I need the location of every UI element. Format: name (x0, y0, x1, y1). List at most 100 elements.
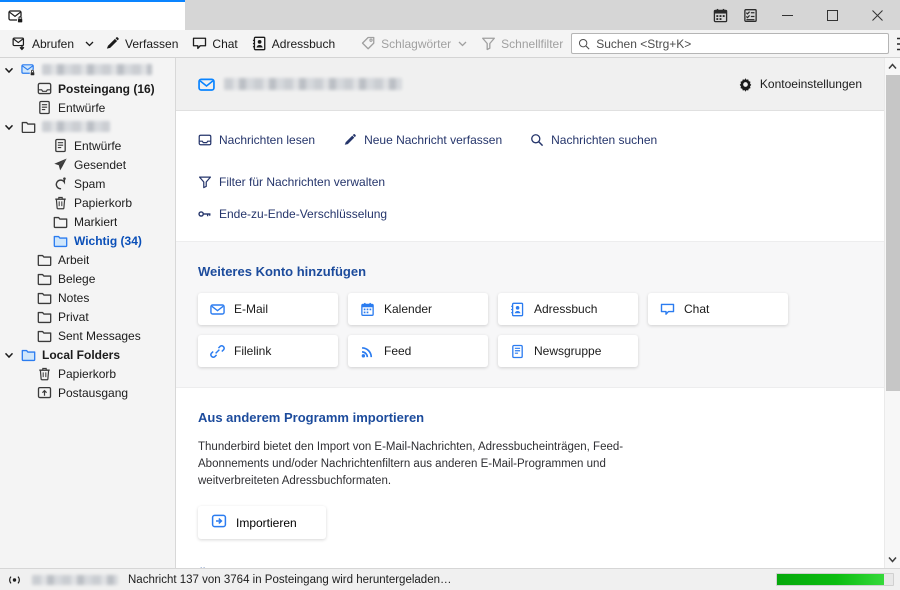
add-account-card[interactable]: Adressbuch (498, 293, 638, 325)
folder-row[interactable]: Belege (0, 269, 175, 288)
filter-icon (481, 36, 496, 51)
close-button[interactable] (855, 0, 900, 30)
add-account-card-label: E-Mail (234, 302, 269, 316)
folder-row[interactable] (0, 117, 175, 136)
folder-row[interactable]: Papierkorb (0, 193, 175, 212)
folder-icon (21, 119, 37, 135)
get-messages-dropdown[interactable] (82, 36, 97, 51)
folder-label: Gesendet (74, 157, 127, 172)
scrollbar-track[interactable] (885, 75, 900, 551)
scroll-up-arrow[interactable] (885, 58, 900, 75)
import-section: Aus anderem Programm importieren Thunder… (176, 388, 884, 561)
add-account-card[interactable]: Chat (648, 293, 788, 325)
folder-label: Wichtig (34) (74, 233, 142, 248)
status-message: Nachricht 137 von 3764 in Posteingang wi… (128, 573, 452, 586)
quick-action-label: Nachrichten suchen (551, 133, 658, 147)
folder-row[interactable]: Papierkorb (0, 364, 175, 383)
chat-button[interactable]: Chat (186, 33, 243, 54)
compose-label: Verfassen (125, 36, 179, 51)
add-account-card[interactable]: Kalender (348, 293, 488, 325)
folder-row[interactable]: Arbeit (0, 250, 175, 269)
quick-action-link[interactable]: Nachrichten lesen (198, 133, 315, 147)
quick-filter-button[interactable]: Schnellfilter (475, 33, 569, 54)
folder-label: Postausgang (58, 385, 129, 400)
folder-row[interactable]: Markiert (0, 212, 175, 231)
folder-row[interactable]: Notes (0, 288, 175, 307)
import-button[interactable]: Importieren (198, 506, 326, 539)
drafts-icon (37, 100, 53, 116)
get-messages-label: Abrufen (32, 36, 75, 51)
folder-label-redacted (42, 121, 110, 132)
add-account-card-label: Newsgruppe (534, 344, 602, 358)
folder-label: Entwürfe (58, 100, 106, 115)
quick-action-link[interactable]: Neue Nachricht verfassen (343, 133, 502, 147)
status-bar: Nachricht 137 von 3764 in Posteingang wi… (0, 568, 900, 590)
add-account-card-grid: E-Mail Kalender Adressbuch Chat Filelink Feed… (198, 293, 810, 367)
folder-row[interactable]: Entwürfe (0, 136, 175, 155)
inbox-icon (198, 133, 212, 147)
about-title[interactable]: Über Mozilla Thunderbird (176, 561, 884, 568)
filter-icon (198, 175, 212, 189)
import-button-label: Importieren (236, 515, 297, 530)
add-account-card-label: Feed (384, 344, 412, 358)
scroll-down-arrow[interactable] (885, 551, 900, 568)
calendar-icon[interactable] (705, 0, 735, 30)
folder-row[interactable]: Sent Messages (0, 326, 175, 345)
maximize-button[interactable] (810, 0, 855, 30)
chevron-down-icon[interactable] (2, 65, 16, 75)
folder-label: Papierkorb (58, 366, 117, 381)
pencil-icon (105, 36, 120, 51)
key-icon (198, 207, 212, 221)
add-account-section: Weiteres Konto hinzufügen E-Mail Kalender… (176, 241, 884, 388)
search-input[interactable]: Suchen <Strg+K> (571, 33, 890, 54)
folder-icon (37, 328, 53, 344)
folder-row[interactable]: Local Folders (0, 345, 175, 364)
content-scrollbar[interactable] (884, 58, 900, 568)
quick-action-label: Ende-zu-Ende-Verschlüsselung (219, 207, 388, 221)
quick-action-link[interactable]: Ende-zu-Ende-Verschlüsselung (198, 207, 387, 221)
tags-button[interactable]: Schlagwörter (355, 33, 473, 54)
folder-row[interactable]: Privat (0, 307, 175, 326)
chevron-down-icon[interactable] (2, 122, 16, 132)
chevron-down-icon (458, 39, 467, 48)
compose-button[interactable]: Verfassen (99, 33, 184, 54)
envelope-icon (198, 76, 215, 93)
add-account-title: Weiteres Konto hinzufügen (198, 264, 367, 279)
folder-label: Papierkorb (74, 195, 133, 210)
folder-row[interactable]: Entwürfe (0, 98, 175, 117)
connectivity-icon[interactable] (6, 574, 22, 586)
folder-icon (37, 271, 53, 287)
tags-label: Schlagwörter (381, 36, 452, 51)
address-book-button[interactable]: Adressbuch (246, 33, 341, 54)
folder-row[interactable] (0, 60, 175, 79)
folder-row[interactable]: Posteingang (16) (0, 79, 175, 98)
thunderbird-window: Abrufen Verfassen Chat Adressbuch Schlag… (0, 0, 900, 590)
add-account-card[interactable]: E-Mail (198, 293, 338, 325)
add-account-card[interactable]: Newsgruppe (498, 335, 638, 367)
tab-mail[interactable] (0, 0, 185, 30)
folder-icon (37, 290, 53, 306)
get-messages-button[interactable]: Abrufen (6, 33, 80, 54)
folder-row[interactable]: Wichtig (34) (0, 231, 175, 250)
quick-action-link[interactable]: Nachrichten suchen (530, 133, 657, 147)
folder-label: Entwürfe (74, 138, 122, 153)
tasks-icon[interactable] (735, 0, 765, 30)
folder-label: Arbeit (58, 252, 90, 267)
title-bar (0, 0, 900, 30)
calendar-icon (360, 302, 375, 317)
scrollbar-thumb[interactable] (885, 75, 900, 391)
add-account-card[interactable]: Filelink (198, 335, 338, 367)
quick-action-link[interactable]: Filter für Nachrichten verwalten (198, 175, 385, 189)
folder-pane[interactable]: Posteingang (16) Entwürfe Entwürfe Gesendet… (0, 58, 176, 568)
import-description: Thunderbird bietet den Import von E-Mail… (198, 441, 624, 487)
account-settings-link[interactable]: Kontoeinstellungen (738, 77, 862, 92)
gear-icon (738, 77, 753, 92)
folder-row[interactable]: Postausgang (0, 383, 175, 402)
folder-row[interactable]: Spam (0, 174, 175, 193)
folder-row[interactable]: Gesendet (0, 155, 175, 174)
add-account-card[interactable]: Feed (348, 335, 488, 367)
chevron-down-icon[interactable] (2, 350, 16, 360)
folder-blue-icon (53, 233, 69, 249)
minimize-button[interactable] (765, 0, 810, 30)
mail-account-icon (8, 8, 24, 24)
